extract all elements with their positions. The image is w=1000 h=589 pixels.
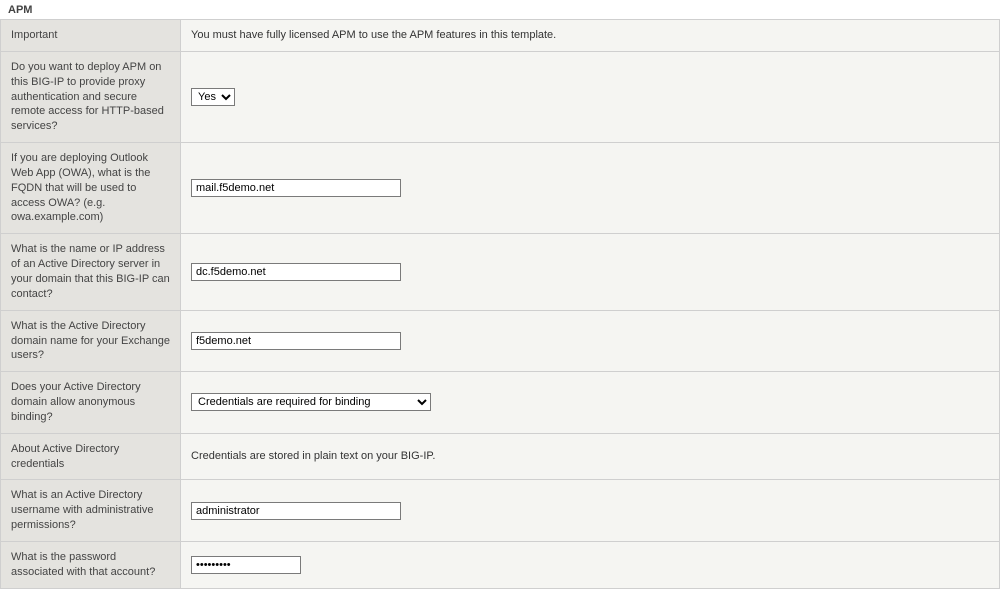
row-ad-server: What is the name or IP address of an Act… <box>1 234 1000 310</box>
row-ad-username: What is an Active Directory username wit… <box>1 480 1000 542</box>
label-ad-password: What is the password associated with tha… <box>1 541 181 588</box>
row-anon-bind: Does your Active Directory domain allow … <box>1 372 1000 434</box>
ad-server-input[interactable] <box>191 263 401 281</box>
label-deploy-apm: Do you want to deploy APM on this BIG-IP… <box>1 51 181 142</box>
text-important: You must have fully licensed APM to use … <box>181 20 1000 52</box>
label-ad-domain: What is the Active Directory domain name… <box>1 310 181 372</box>
ad-domain-input[interactable] <box>191 332 401 350</box>
row-deploy-apm: Do you want to deploy APM on this BIG-IP… <box>1 51 1000 142</box>
row-owa-fqdn: If you are deploying Outlook Web App (OW… <box>1 143 1000 234</box>
label-anon-bind: Does your Active Directory domain allow … <box>1 372 181 434</box>
apm-form-table: Important You must have fully licensed A… <box>0 19 1000 589</box>
section-title: APM <box>0 0 1000 19</box>
label-ad-server: What is the name or IP address of an Act… <box>1 234 181 310</box>
row-ad-domain: What is the Active Directory domain name… <box>1 310 1000 372</box>
ad-password-input[interactable] <box>191 556 301 574</box>
label-important: Important <box>1 20 181 52</box>
row-important: Important You must have fully licensed A… <box>1 20 1000 52</box>
row-ad-password: What is the password associated with tha… <box>1 541 1000 588</box>
owa-fqdn-input[interactable] <box>191 179 401 197</box>
label-ad-username: What is an Active Directory username wit… <box>1 480 181 542</box>
anon-bind-select[interactable]: Credentials are required for binding <box>191 393 431 411</box>
text-creds-note: Credentials are stored in plain text on … <box>181 433 1000 480</box>
label-creds-note: About Active Directory credentials <box>1 433 181 480</box>
row-creds-note: About Active Directory credentials Crede… <box>1 433 1000 480</box>
deploy-apm-select[interactable]: Yes <box>191 88 235 106</box>
label-owa-fqdn: If you are deploying Outlook Web App (OW… <box>1 143 181 234</box>
ad-username-input[interactable] <box>191 502 401 520</box>
